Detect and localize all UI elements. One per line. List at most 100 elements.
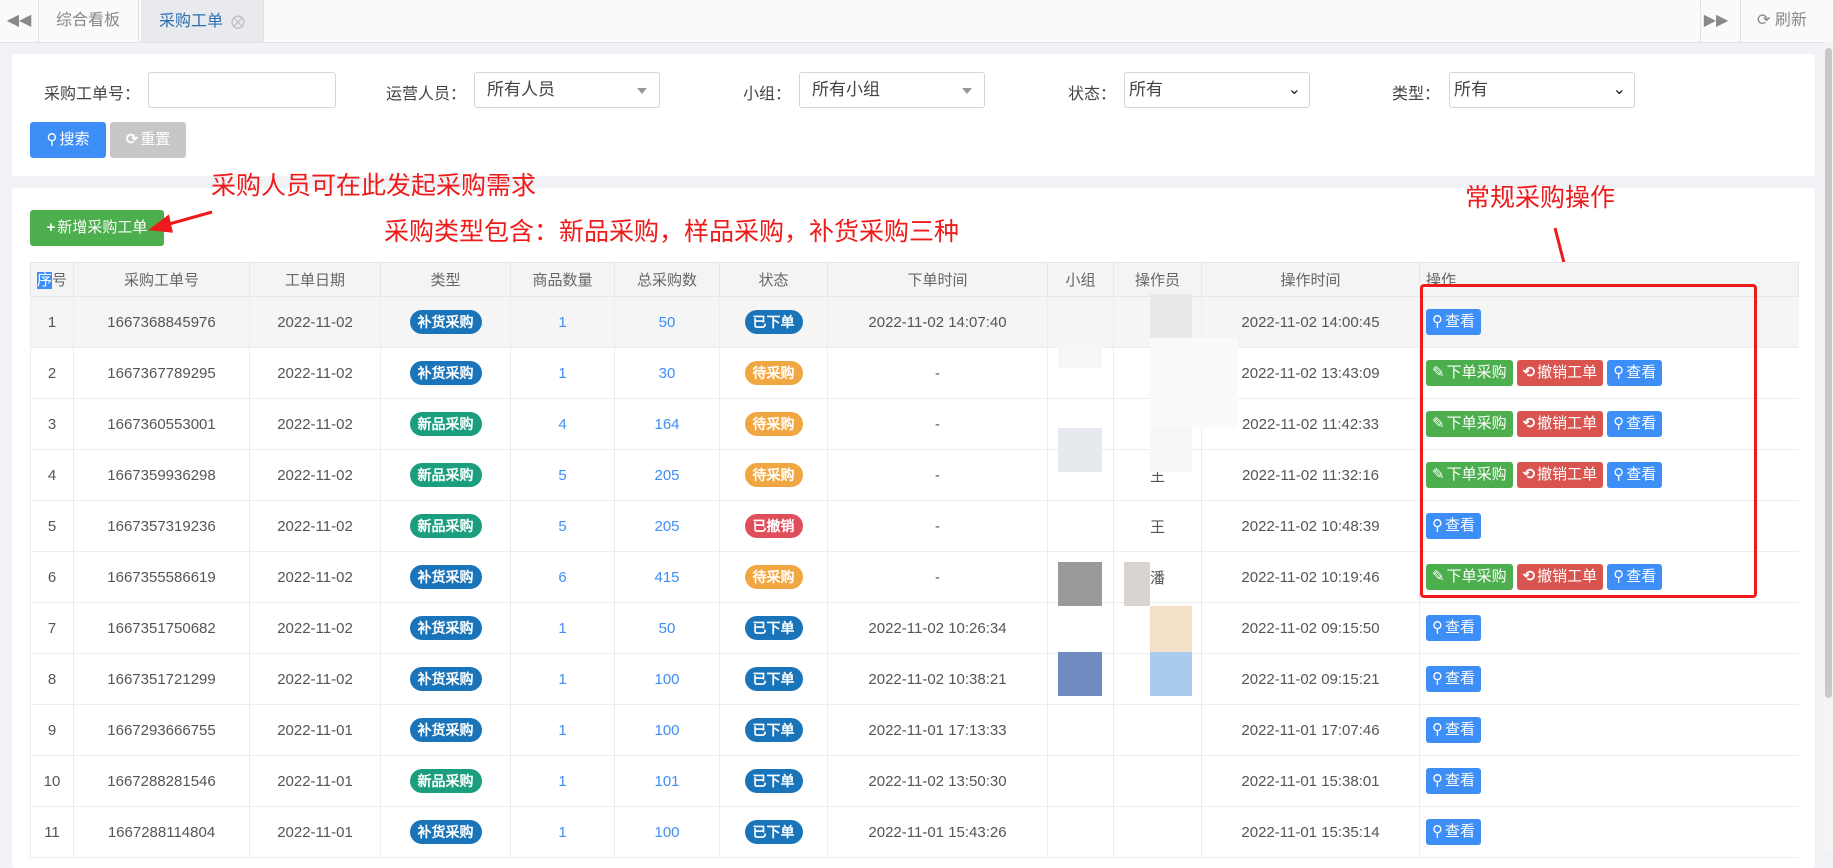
cell-status: 待采购 <box>719 398 828 450</box>
status-badge: 已下单 <box>744 667 803 691</box>
total-link[interactable]: 50 <box>659 620 676 637</box>
qty-link[interactable]: 1 <box>558 773 566 790</box>
cell-group <box>1047 755 1114 807</box>
col-header-op-time[interactable]: 操作时间 <box>1201 262 1420 297</box>
total-link[interactable]: 415 <box>654 569 679 586</box>
qty-link[interactable]: 1 <box>558 824 566 841</box>
cell-no: 4 <box>30 449 74 501</box>
col-header-total[interactable]: 总采购数 <box>614 262 720 297</box>
total-link[interactable]: 50 <box>659 314 676 331</box>
cell-group <box>1047 602 1114 654</box>
col-header-date[interactable]: 工单日期 <box>249 262 381 297</box>
cell-ordered-at: - <box>827 500 1048 552</box>
col-header-ordered-at[interactable]: 下单时间 <box>827 262 1048 297</box>
cell-ordered-at: - <box>827 551 1048 603</box>
cell-ordered-at: 2022-11-01 15:43:26 <box>827 806 1048 858</box>
total-link[interactable]: 30 <box>659 365 676 382</box>
cell-status: 待采购 <box>719 449 828 501</box>
cell-date: 2022-11-02 <box>249 653 381 705</box>
cell-status: 已下单 <box>719 653 828 705</box>
status-badge: 已下单 <box>744 718 803 742</box>
type-badge: 补货采购 <box>409 667 482 691</box>
view-button[interactable]: ⚲ 查看 <box>1426 615 1482 641</box>
cell-qty: 1 <box>510 602 615 654</box>
view-button[interactable]: ⚲ 查看 <box>1426 768 1482 794</box>
total-link[interactable]: 164 <box>654 416 679 433</box>
redacted-block <box>1058 652 1102 696</box>
col-header-status[interactable]: 状态 <box>719 262 828 297</box>
qty-link[interactable]: 1 <box>558 620 566 637</box>
view-button[interactable]: ⚲ 查看 <box>1426 819 1482 845</box>
cell-no: 6 <box>30 551 74 603</box>
redacted-block <box>1058 562 1102 606</box>
cell-date: 2022-11-02 <box>249 500 381 552</box>
view-button[interactable]: ⚲ 查看 <box>1426 717 1482 743</box>
cell-total: 100 <box>614 704 720 756</box>
cell-op-time: 2022-11-01 17:07:46 <box>1201 704 1420 756</box>
qty-link[interactable]: 6 <box>558 569 566 586</box>
total-link[interactable]: 100 <box>654 722 679 739</box>
action-label: 查看 <box>1445 721 1476 738</box>
qty-link[interactable]: 5 <box>558 467 566 484</box>
arrow-head <box>148 214 173 233</box>
total-link[interactable]: 101 <box>654 773 679 790</box>
cell-status: 已下单 <box>719 296 828 348</box>
search-icon: ⚲ <box>1432 619 1443 636</box>
cell-actions: ⚲ 查看 <box>1419 755 1799 807</box>
status-badge: 已下单 <box>744 820 803 844</box>
view-button[interactable]: ⚲ 查看 <box>1426 666 1482 692</box>
cell-order-no: 1667351721299 <box>73 653 250 705</box>
cell-operator <box>1113 704 1202 756</box>
qty-link[interactable]: 1 <box>558 365 566 382</box>
total-link[interactable]: 205 <box>654 467 679 484</box>
search-icon: ⚲ <box>1432 823 1443 840</box>
qty-link[interactable]: 1 <box>558 314 566 331</box>
cell-total: 100 <box>614 806 720 858</box>
redacted-block <box>1150 652 1192 696</box>
col-header-type[interactable]: 类型 <box>380 262 511 297</box>
cell-actions: ⚲ 查看 <box>1419 653 1799 705</box>
cell-no: 10 <box>30 755 74 807</box>
cell-order-no: 1667288281546 <box>73 755 250 807</box>
cell-op-time: 2022-11-01 15:38:01 <box>1201 755 1420 807</box>
col-header-no[interactable]: 序号 <box>30 262 74 297</box>
cell-status: 已下单 <box>719 704 828 756</box>
redacted-block <box>1058 428 1102 472</box>
cell-status: 已撤销 <box>719 500 828 552</box>
cell-total: 30 <box>614 347 720 399</box>
total-link[interactable]: 100 <box>654 671 679 688</box>
col-header-order-no[interactable]: 采购工单号 <box>73 262 250 297</box>
cell-operator: 王 <box>1113 500 1202 552</box>
cell-type: 补货采购 <box>380 347 511 399</box>
type-badge: 补货采购 <box>409 820 482 844</box>
total-link[interactable]: 205 <box>654 518 679 535</box>
total-link[interactable]: 100 <box>654 824 679 841</box>
cell-no: 9 <box>30 704 74 756</box>
cell-total: 164 <box>614 398 720 450</box>
qty-link[interactable]: 1 <box>558 722 566 739</box>
cell-date: 2022-11-02 <box>249 347 381 399</box>
col-header-group[interactable]: 小组 <box>1047 262 1114 297</box>
cell-ordered-at: 2022-11-02 10:26:34 <box>827 602 1048 654</box>
cell-ordered-at: - <box>827 347 1048 399</box>
type-badge: 新品采购 <box>409 769 482 793</box>
col-header-qty[interactable]: 商品数量 <box>510 262 615 297</box>
cell-total: 100 <box>614 653 720 705</box>
cell-order-no: 1667368845976 <box>73 296 250 348</box>
cell-type: 新品采购 <box>380 500 511 552</box>
table-row: 7 1667351750682 2022-11-02 补货采购 1 50 已下单 2022-1… <box>30 602 1799 654</box>
col-header-operator[interactable]: 操作员 <box>1113 262 1202 297</box>
annotation-operations-box <box>1420 284 1757 598</box>
qty-link[interactable]: 1 <box>558 671 566 688</box>
type-badge: 新品采购 <box>409 463 482 487</box>
cell-date: 2022-11-02 <box>249 449 381 501</box>
cell-order-no: 1667288114804 <box>73 806 250 858</box>
cell-actions: ⚲ 查看 <box>1419 704 1799 756</box>
header-no-rest: 号 <box>52 272 68 289</box>
cell-qty: 1 <box>510 806 615 858</box>
qty-link[interactable]: 4 <box>558 416 566 433</box>
cell-type: 新品采购 <box>380 398 511 450</box>
redacted-block <box>1150 338 1238 428</box>
qty-link[interactable]: 5 <box>558 518 566 535</box>
cell-qty: 6 <box>510 551 615 603</box>
